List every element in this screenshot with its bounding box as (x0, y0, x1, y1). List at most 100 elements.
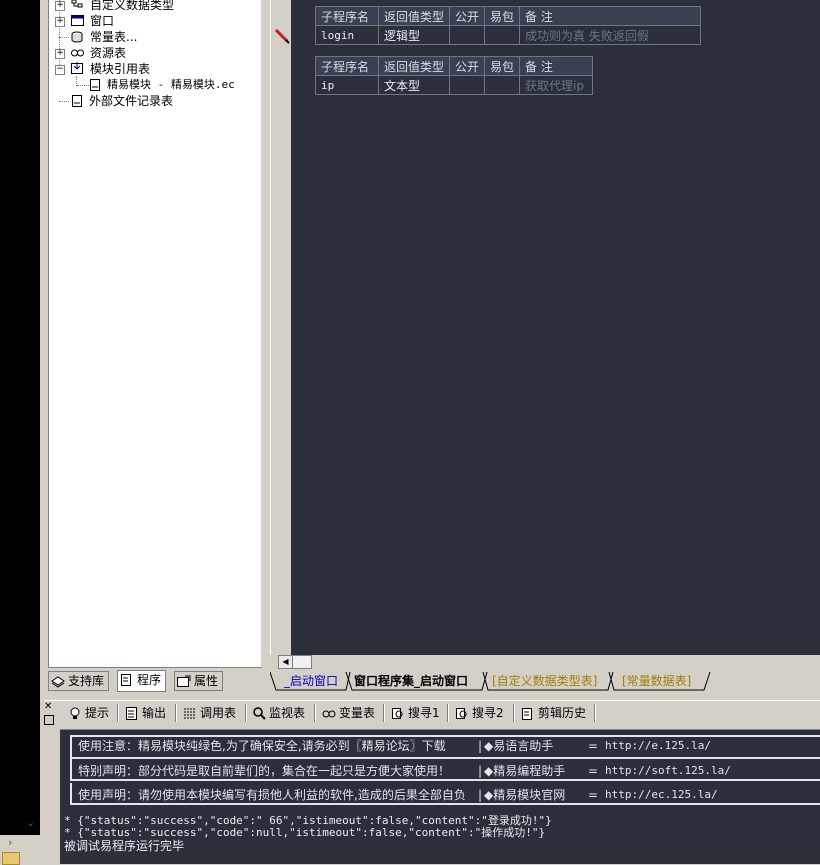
tab-label: 程序 (137, 673, 162, 687)
epackage-flag[interactable] (484, 75, 521, 95)
subprogram-table: 子程序名 返回值类型 公开 易包 备 注 ip 文本型 获取代理ip (315, 56, 594, 95)
tab-watch[interactable]: 监视表 (252, 703, 305, 723)
tab-support-library[interactable]: 支持库 (48, 671, 110, 691)
tab-properties[interactable]: 属性 (174, 671, 224, 691)
program-icon (121, 674, 131, 686)
notice-link-label: ◆易语言助手 (484, 739, 554, 753)
scrollbar-thumb[interactable] (292, 655, 312, 669)
column-header: 子程序名 (315, 6, 379, 26)
corner-folder-icon (2, 852, 20, 865)
panel-splitter[interactable] (261, 0, 270, 667)
table-row[interactable]: login 逻辑型 成功则为真 失败返回假 (315, 25, 702, 45)
tab-window-assembly[interactable]: 窗口程序集_启动窗口 (354, 672, 468, 690)
tab-program[interactable]: 程序 (117, 670, 167, 692)
table-header-row: 子程序名 返回值类型 公开 易包 备 注 (315, 6, 702, 26)
scroll-right-icon[interactable]: › (8, 836, 22, 852)
variable-icon (322, 710, 336, 718)
return-type[interactable]: 文本型 (377, 75, 451, 95)
notice-text: 特别声明：部分代码是取自前辈们的，集合在一起只是方便大家使用！ (78, 764, 451, 778)
output-status-line: 被调试易程序运行完毕 (64, 839, 185, 853)
output-icon (126, 707, 137, 720)
clipboard-icon (522, 708, 532, 720)
notice-line: 使用注意：精易模块纯绿色,为了确保安全,请务必到〖精易论坛〗下载 | ◆易语言助… (70, 735, 820, 757)
tab-custom-types[interactable]: [自定义数据类型表] (492, 672, 597, 690)
notice-line: 使用声明：请勿使用本模块编写有损他人利益的软件,造成的后果全部自负 | ◆精易模… (70, 784, 820, 806)
data-type-icon (71, 0, 83, 8)
document-icon (72, 95, 82, 107)
subprogram-name[interactable]: login (315, 25, 379, 45)
scroll-left-icon[interactable]: ◀ (278, 655, 293, 669)
tab-output[interactable]: 输出 (125, 703, 166, 723)
output-log-line: * {"status":"success","code":null,"istim… (64, 826, 546, 839)
column-header: 备 注 (519, 56, 594, 76)
tree-item-label: 外部文件记录表 (89, 94, 174, 108)
public-flag[interactable] (449, 75, 486, 95)
subprogram-table: 子程序名 返回值类型 公开 易包 备 注 login 逻辑型 成功则为真 失败返… (315, 6, 702, 45)
project-tree-panel: + 自定义数据类型 + 窗口 常量表... + 资源表 − 模块引用表 精易模块… (48, 0, 262, 668)
edit-marker-icon (274, 28, 290, 44)
column-header: 公开 (449, 56, 486, 76)
expand-icon[interactable]: + (55, 1, 65, 11)
remark[interactable]: 获取代理ip (519, 75, 594, 95)
search2-icon (456, 708, 467, 719)
return-type[interactable]: 逻辑型 (377, 25, 451, 45)
tab-search2[interactable]: 搜寻2 (455, 703, 504, 723)
tab-label: 调用表 (200, 706, 237, 720)
magnifier-icon (253, 707, 266, 720)
notice-link-url[interactable]: http://soft.125.la/ (605, 760, 731, 782)
notice-text: 使用注意：精易模块纯绿色,为了确保安全,请务必到〖精易论坛〗下载 (78, 739, 446, 753)
document-icon (90, 79, 100, 91)
table-row[interactable]: ip 文本型 获取代理ip (315, 75, 594, 95)
notice-text: 使用声明：请勿使用本模块编写有损他人利益的软件,造成的后果全部自负 (78, 788, 466, 802)
tab-call-table[interactable]: 调用表 (183, 703, 236, 723)
tab-label: 输出 (142, 706, 167, 720)
tab-variables[interactable]: 变量表 (322, 703, 375, 723)
call-table-icon (184, 708, 195, 719)
tab-label: 搜寻1 (408, 706, 440, 720)
lightbulb-icon (70, 707, 80, 719)
remark[interactable]: 成功则为真 失败返回假 (519, 25, 702, 45)
tab-label: 变量表 (339, 706, 376, 720)
tree-item-label: 自定义数据类型 (90, 0, 175, 12)
scroll-down-icon[interactable]: ⌄ (26, 816, 40, 834)
column-header: 易包 (484, 6, 521, 26)
public-flag[interactable] (449, 25, 486, 45)
tab-label: 支持库 (68, 674, 105, 688)
column-header: 返回值类型 (377, 6, 451, 26)
tab-clip-history[interactable]: 剪辑历史 (521, 703, 586, 723)
properties-icon (177, 675, 191, 687)
search1-icon (392, 708, 403, 719)
column-header: 备 注 (519, 6, 702, 26)
epackage-flag[interactable] (484, 25, 521, 45)
tab-label: 监视表 (269, 706, 306, 720)
tree-item-label: 资源表 (90, 46, 127, 60)
close-panel-icon[interactable]: ✕ (44, 701, 54, 713)
tab-label: 属性 (194, 674, 219, 688)
tab-label: 剪辑历史 (538, 706, 587, 720)
notice-link-url[interactable]: http://ec.125.la/ (605, 784, 718, 806)
subprogram-name[interactable]: ip (315, 75, 379, 95)
tree-item-label: 模块引用表 (90, 62, 151, 76)
resources-icon (71, 49, 84, 57)
tab-startup-window[interactable]: _启动窗口 (284, 672, 338, 690)
tab-hint[interactable]: 提示 (68, 703, 109, 723)
code-editor[interactable]: 子程序名 返回值类型 公开 易包 备 注 login 逻辑型 成功则为真 失败返… (291, 0, 820, 655)
table-header-row: 子程序名 返回值类型 公开 易包 备 注 (315, 56, 594, 76)
tab-search1[interactable]: 搜寻1 (391, 703, 440, 723)
expand-icon[interactable]: + (55, 49, 65, 59)
collapse-icon[interactable]: − (55, 65, 65, 75)
notice-line: 特别声明：部分代码是取自前辈们的，集合在一起只是方便大家使用！ | ◆精易编程助… (70, 760, 820, 782)
maximize-panel-icon[interactable] (44, 715, 54, 725)
tab-label: 提示 (85, 706, 110, 720)
left-margin-strip (0, 0, 40, 835)
notice-link-url[interactable]: http://e.125.la/ (605, 735, 711, 757)
column-header: 返回值类型 (377, 56, 451, 76)
tab-constants[interactable]: [常量数据表] (622, 672, 691, 690)
editor-gutter (270, 0, 291, 655)
horizontal-scrollbar[interactable] (270, 655, 820, 668)
constants-icon (71, 31, 83, 43)
column-header: 公开 (449, 6, 486, 26)
tab-label: 搜寻2 (472, 706, 504, 720)
expand-icon[interactable]: + (55, 17, 65, 27)
tree-item-label: 常量表... (90, 30, 138, 44)
